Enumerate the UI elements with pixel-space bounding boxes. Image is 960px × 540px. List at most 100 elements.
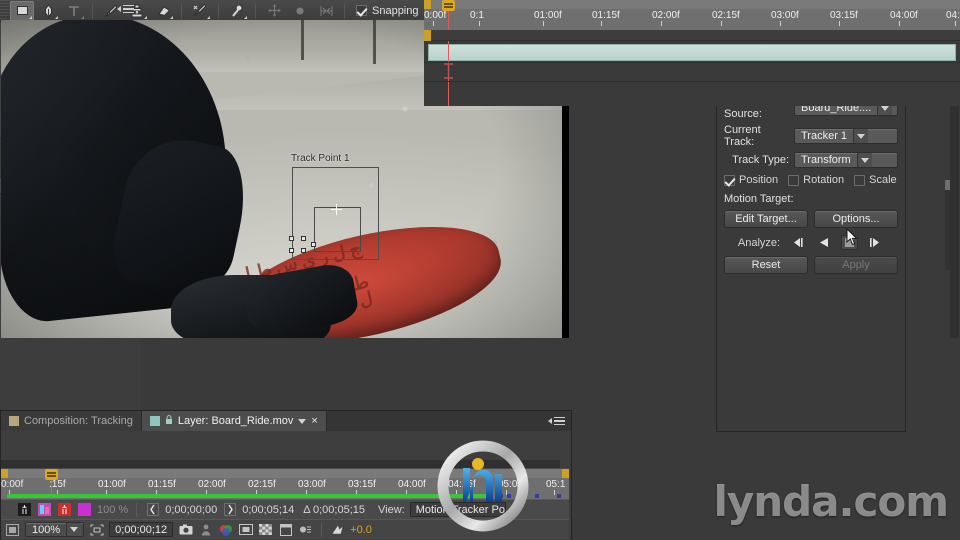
- puppet-pin-tool[interactable]: [225, 1, 249, 21]
- snapping-toggle[interactable]: Snapping: [356, 5, 419, 17]
- view-layout-icon[interactable]: [278, 523, 293, 537]
- timeline-keyframe-nav-strip: [424, 30, 960, 41]
- in-point-value[interactable]: 0;00;00;00: [165, 504, 217, 516]
- work-area-start-handle[interactable]: [1, 469, 8, 478]
- alpha-channel-icon[interactable]: [17, 503, 32, 517]
- always-preview-icon[interactable]: [5, 523, 20, 537]
- ruler-tick-label: 04:00f: [398, 479, 426, 490]
- mask-feather-icon[interactable]: [314, 1, 338, 21]
- layer-clip-bar[interactable]: [428, 44, 956, 61]
- timeline-tick-mark: [955, 21, 956, 26]
- tab-layer-board-ride[interactable]: Layer: Board_Ride.mov ×: [141, 411, 327, 431]
- viewer-panel-menu[interactable]: [546, 411, 571, 431]
- position-checkbox[interactable]: [724, 174, 735, 186]
- anchor-point-icon[interactable]: [288, 1, 312, 21]
- snapping-checkbox[interactable]: [356, 5, 367, 16]
- timeline-tick-mark: [839, 21, 840, 26]
- chevron-down-icon[interactable]: [298, 418, 307, 424]
- snapshot-icon[interactable]: [178, 523, 193, 537]
- transparency-grid-icon[interactable]: [258, 523, 273, 537]
- tab-composition-tracking[interactable]: Composition: Tracking: [1, 411, 142, 431]
- current-track-row: Current Track: Tracker 1: [724, 124, 898, 148]
- current-track-label: Current Track:: [724, 124, 761, 148]
- analyze-label: Analyze:: [737, 236, 781, 249]
- eraser-tool[interactable]: [151, 1, 175, 21]
- ruler-tick-label: 03:00f: [298, 479, 326, 490]
- mouse-cursor: [846, 227, 858, 246]
- ruler-tick-label: 05:1: [546, 479, 566, 490]
- timeline-tick-mark: [543, 21, 544, 26]
- timeline-work-area-bar[interactable]: [424, 0, 960, 9]
- current-time-indicator-head[interactable]: [45, 469, 58, 480]
- out-point-value[interactable]: 0;00;05;14: [242, 504, 294, 516]
- scale-checkbox[interactable]: [854, 174, 866, 186]
- track-attach-point[interactable]: [331, 204, 342, 215]
- analyze-backward-icon[interactable]: [815, 235, 832, 250]
- region-handle[interactable]: [301, 248, 306, 253]
- region-of-interest-icon[interactable]: [238, 523, 253, 537]
- current-timecode: 0;00;00;12: [115, 523, 168, 536]
- options-button[interactable]: Options...: [814, 210, 898, 228]
- color-swatch-icon[interactable]: [77, 503, 92, 517]
- shape-tool[interactable]: [10, 0, 34, 21]
- analyze-forward-icon[interactable]: [867, 235, 884, 250]
- current-track-dropdown[interactable]: Tracker 1: [794, 128, 898, 144]
- pen-tool[interactable]: [36, 1, 60, 21]
- rgb-premultiplied-icon[interactable]: [57, 503, 72, 517]
- edit-target-button[interactable]: Edit Target...: [724, 210, 808, 228]
- toolbar-grip[interactable]: [0, 0, 9, 21]
- analyze-1-frame-back-icon[interactable]: [789, 235, 806, 250]
- tool-expand-corner: [207, 15, 210, 19]
- exposure-value[interactable]: +0.0: [350, 524, 372, 536]
- fit-to-window-icon[interactable]: [89, 523, 104, 537]
- analyze-row: Analyze:: [724, 235, 898, 250]
- fast-preview-icon[interactable]: [330, 523, 345, 537]
- track-type-row: Track Type: Transform: [724, 152, 898, 168]
- set-out-point-icon[interactable]: [222, 503, 237, 517]
- time-cursor-icon: [444, 63, 453, 79]
- work-area-marker[interactable]: [424, 30, 431, 41]
- composition-swatch-icon: [9, 416, 19, 426]
- set-in-point-icon[interactable]: [145, 503, 160, 517]
- timeline-tick-label: 0:1: [470, 10, 484, 21]
- work-area-end-handle[interactable]: [562, 469, 569, 478]
- timeline-ruler[interactable]: 0:00f 0:1 01:00f 01:15f 02:00f 02:15f 03:00f 03…: [424, 0, 960, 30]
- ruler-tick-label: 0:00f: [1, 479, 24, 490]
- panel-menu-icon[interactable]: [548, 416, 565, 426]
- rotation-checkbox[interactable]: [788, 174, 800, 186]
- zoom-value: 100%: [32, 523, 61, 536]
- current-timecode-field[interactable]: 0;00;00;12: [109, 522, 174, 537]
- timeline-tick-mark: [479, 21, 480, 26]
- layer-swatch-icon: [149, 416, 160, 426]
- tool-expand-corner: [170, 15, 173, 19]
- track-properties-row: Position Rotation Scale: [724, 174, 898, 186]
- region-handle[interactable]: [301, 236, 306, 241]
- work-area-start-handle[interactable]: [424, 0, 431, 9]
- reset-button[interactable]: Reset: [724, 256, 808, 274]
- show-snapshot-icon[interactable]: [198, 523, 213, 537]
- rgb-straight-icon[interactable]: [37, 503, 52, 517]
- current-time-indicator-head[interactable]: [442, 0, 455, 11]
- roto-brush-tool[interactable]: [188, 1, 212, 21]
- timeline-tick-label: 02:00f: [652, 10, 680, 21]
- timeline-tick-mark: [721, 21, 722, 26]
- rotation-label: Rotation: [803, 174, 845, 186]
- 3d-view-icon[interactable]: [298, 523, 313, 537]
- track-type-dropdown[interactable]: Transform: [794, 152, 898, 168]
- toolbar-divider: [344, 2, 345, 19]
- close-icon[interactable]: ×: [311, 415, 317, 427]
- tab-layer-label: Layer: Board_Ride.mov: [177, 415, 294, 427]
- region-handle[interactable]: [289, 248, 294, 253]
- type-tool[interactable]: [62, 1, 86, 21]
- tool-expand-corner: [55, 15, 58, 19]
- timeline-tracks[interactable]: [424, 41, 960, 106]
- lock-icon[interactable]: [165, 414, 173, 428]
- region-handle[interactable]: [289, 236, 294, 241]
- channel-rgb-icon[interactable]: [218, 523, 233, 537]
- opacity-value[interactable]: 100 %: [97, 504, 128, 516]
- panel-menu-icon[interactable]: [117, 4, 134, 14]
- timeline-tick-label: 03:15f: [830, 10, 858, 21]
- move-anchor-icon[interactable]: [262, 1, 286, 21]
- zoom-dropdown[interactable]: 100%: [25, 522, 85, 537]
- region-handle[interactable]: [311, 242, 316, 247]
